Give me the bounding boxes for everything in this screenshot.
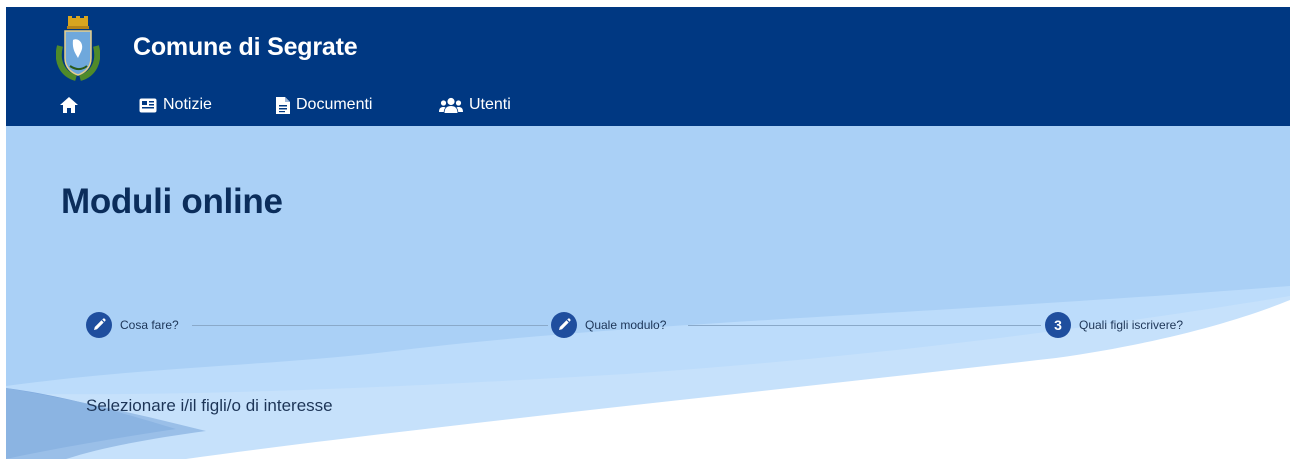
home-icon: [60, 97, 78, 113]
step-1-indicator: [86, 312, 112, 338]
nav-documenti-label: Documenti: [296, 96, 373, 113]
step-connector: [688, 325, 1041, 326]
instruction-text: Selezionare i/il figli/o di interesse: [86, 396, 333, 415]
step-2-label: Quale modulo?: [585, 318, 667, 332]
coat-of-arms-icon[interactable]: [56, 16, 100, 84]
nav-utenti-label: Utenti: [469, 96, 511, 113]
nav-documenti[interactable]: Documenti: [276, 91, 372, 119]
step-1[interactable]: Cosa fare?: [86, 310, 179, 340]
nav-home[interactable]: [59, 91, 79, 119]
pencil-icon: [559, 318, 571, 330]
main-nav: Notizie Documenti Utenti: [6, 91, 1290, 119]
site-header: Comune di Segrate Notizie Documenti Uten…: [6, 7, 1290, 126]
step-2[interactable]: Quale modulo?: [551, 310, 666, 340]
step-3-label: Quali figli iscrivere?: [1079, 318, 1184, 332]
step-3[interactable]: 3 Quali figli iscrivere?: [1045, 310, 1183, 340]
pencil-icon: [94, 318, 106, 330]
nav-utenti[interactable]: Utenti: [439, 91, 511, 119]
nav-notizie-label: Notizie: [163, 96, 212, 113]
site-title[interactable]: Comune di Segrate: [133, 33, 358, 62]
users-icon: [439, 97, 463, 113]
newspaper-icon: [139, 98, 157, 112]
hero-section: Moduli online Cosa fare? Quale modulo? 3…: [6, 126, 1290, 459]
nav-notizie[interactable]: Notizie: [139, 91, 212, 119]
page-frame: Comune di Segrate Notizie Documenti Uten…: [6, 7, 1290, 459]
document-icon: [276, 96, 290, 114]
page-title: Moduli online: [61, 182, 283, 221]
step-2-indicator: [551, 312, 577, 338]
progress-stepper: Cosa fare? Quale modulo? 3 Quali figli i…: [6, 310, 1290, 340]
step-3-indicator: 3: [1045, 312, 1071, 338]
step-connector: [192, 325, 548, 326]
step-1-label: Cosa fare?: [120, 318, 179, 332]
